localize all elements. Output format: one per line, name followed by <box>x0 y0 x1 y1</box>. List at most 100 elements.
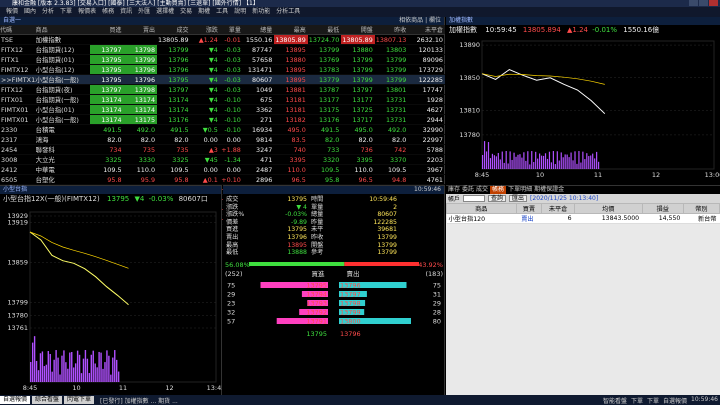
positions-column-header[interactable]: 幣別 <box>682 203 720 214</box>
quote-row[interactable]: >>FIMTX12 小型台指(一般) 13795 13796 13795 ▼4 -0.03 8… <box>0 74 445 85</box>
volume-bar <box>582 151 584 169</box>
column-header[interactable]: 最低 <box>307 25 342 35</box>
volume-bar <box>74 363 77 382</box>
quote-row[interactable]: FITX01 台指期貨(一般) 13174 13174 13174 ▼4 -0.10 675 1… <box>0 94 445 105</box>
quote-row[interactable]: 2317 鴻海 82.0 82.0 82.0 0.00 0.00 9814 83.5 82.0 82… <box>0 134 445 145</box>
volume-bar <box>539 153 541 169</box>
menu-item[interactable]: 新功能 <box>252 7 270 17</box>
positions-column-header[interactable]: 均價 <box>574 203 643 214</box>
column-header[interactable]: 最高 <box>274 25 308 35</box>
quote-row[interactable]: FIMTX01 小型台指(一般) 13174 13175 13176 ▼4 -0.10 271… <box>0 114 445 125</box>
column-header[interactable]: 商品 <box>35 25 91 35</box>
export-button[interactable]: 匯出 <box>509 195 528 202</box>
quote-cell-code: 2412 <box>0 164 36 175</box>
quote-cell-tot: 675 <box>242 94 275 105</box>
quote-cell-prev: 13801 <box>374 84 409 95</box>
quote-cell-ask: 13174 <box>123 94 158 105</box>
futures-chart-tab[interactable]: 小型台指 <box>3 186 27 194</box>
quote-row[interactable]: 3008 大立光 3325 3330 3325 ▼45 -1.34 471 3395 3320 33… <box>0 154 445 165</box>
positions-tab[interactable]: 帳務 <box>490 186 507 194</box>
minimize-button[interactable] <box>689 0 698 6</box>
column-header[interactable]: 買進 <box>90 25 124 35</box>
status-indicator[interactable]: 下單 <box>647 396 659 405</box>
volume-bar <box>574 151 576 169</box>
quote-row[interactable]: 2330 台積電 491.5 492.0 491.5 ▼0.5 -0.10 16934 495.… <box>0 124 445 135</box>
quote-cell-bid: 3325 <box>90 154 124 165</box>
quote-row[interactable]: FITX12 台指期貨(夜) 13797 13798 13797 ▼4 -0.03 1049 1… <box>0 84 445 95</box>
status-tab[interactable]: 綜合看盤 <box>32 396 63 404</box>
quote-row[interactable]: FIMTX01 小型台指(01) 13174 13174 13174 ▼4 -0.10 336… <box>0 104 445 115</box>
menu-item[interactable]: 報價表 <box>78 7 96 17</box>
quote-panel-title[interactable]: 自選一 <box>3 17 21 25</box>
quote-cell-ask: 110.0 <box>123 164 158 175</box>
account-select[interactable] <box>463 195 486 202</box>
index-chart-tab[interactable]: 加權指數 <box>449 17 473 25</box>
status-indicator[interactable]: 下單 <box>631 396 643 405</box>
order-book-time: 10:59:46 <box>414 186 441 193</box>
query-button[interactable]: 查詢 <box>488 195 507 202</box>
status-indicator[interactable]: 智能看盤 <box>603 396 627 405</box>
menu-item[interactable]: 分析 <box>42 7 54 17</box>
quote-row[interactable]: TSE 加權指數 13805.89 ▲1.24 -0.01 1550.16 13805.89… <box>0 34 445 45</box>
column-header[interactable]: 成交 <box>157 25 191 35</box>
maximize-button[interactable] <box>699 0 708 6</box>
menu-item[interactable]: 選擇權 <box>156 7 174 17</box>
positions-column-header[interactable]: 商品 <box>446 203 517 214</box>
column-header[interactable]: 代碼 <box>0 25 36 35</box>
quote-row[interactable]: FITX12 台指期貨(12) 13797 13798 13799 ▼4 -0.03 8774… <box>0 44 445 55</box>
positions-column-header[interactable]: 買賣 <box>515 203 543 214</box>
column-header[interactable]: 未平倉 <box>408 25 445 35</box>
quote-cell-tot: 131471 <box>242 64 275 75</box>
column-header[interactable]: 賣出 <box>123 25 158 35</box>
last-bid-price: 13795 <box>306 330 327 338</box>
quote-row[interactable]: 2454 聯發科 734 735 735 ▲3 +1.88 3247 740 733 736 742 5… <box>0 144 445 155</box>
quote-cell-vol: 0.00 <box>219 134 243 145</box>
quote-cell-oi: 2944 <box>408 114 445 125</box>
menu-item[interactable]: 報價 <box>6 7 18 17</box>
positions-row[interactable]: 小型台指120 賣出 6 13843.5000 14,550 新台幣 <box>446 213 720 224</box>
positions-column-header[interactable]: 未平倉 <box>541 203 575 214</box>
menu-item[interactable]: 工具 <box>216 7 228 17</box>
column-header[interactable]: 昨收 <box>374 25 409 35</box>
quote-cell-ask: 13796 <box>123 64 158 75</box>
close-button[interactable] <box>709 0 718 6</box>
quote-cell-chg: ▲3 <box>190 144 220 155</box>
status-indicator[interactable]: 自選報價 <box>663 396 687 405</box>
quote-row[interactable]: FITX1 台指期貨(01) 13795 13799 13796 ▼4 -0.03 57658… <box>0 54 445 65</box>
menu-item[interactable]: 說明 <box>234 7 246 17</box>
bid-price: 13795 <box>306 282 327 290</box>
menu-item[interactable]: 下單 <box>60 7 72 17</box>
quote-row[interactable]: 2412 中華電 109.5 110.0 109.5 0.00 0.00 2487 110.0 1… <box>0 164 445 175</box>
menu-item[interactable]: 帳務 <box>102 7 114 17</box>
volume-bar <box>513 152 515 169</box>
column-header[interactable]: 單量 <box>219 25 243 35</box>
menu-item[interactable]: 國內 <box>24 7 36 17</box>
quote-cell-op: 13799 <box>341 74 375 85</box>
positions-tab[interactable]: 庫存 <box>448 186 460 194</box>
volume-bar <box>43 366 46 382</box>
x-tick-label: 11 <box>594 171 602 179</box>
positions-tab[interactable]: 期權保證金 <box>534 186 564 194</box>
quote-panel-options[interactable]: 相依商品 | 欄位 <box>399 17 441 25</box>
menu-item[interactable]: 期權 <box>198 7 210 17</box>
quote-row[interactable]: FIMTX12 小型台指(12) 13795 13796 13796 ▼4 -0.03 131… <box>0 64 445 75</box>
menu-item[interactable]: 交易 <box>180 7 192 17</box>
positions-column-header[interactable]: 損益 <box>641 203 684 214</box>
quote-cell-op: 110.0 <box>341 164 375 175</box>
menu-item[interactable]: 分析工具 <box>276 7 300 17</box>
stat-v2: 13799 <box>377 249 397 257</box>
column-header[interactable]: 開盤 <box>341 25 375 35</box>
positions-tab[interactable]: 委託 <box>462 186 474 194</box>
menu-item[interactable]: 外匯 <box>138 7 150 17</box>
column-header[interactable]: 漲跌 <box>190 25 220 35</box>
positions-tab[interactable]: 下單明細 <box>508 186 532 194</box>
quote-cell-vol: -0.03 <box>219 44 243 55</box>
volume-bar <box>67 368 69 382</box>
quote-row[interactable]: 6505 台塑化 95.8 95.9 95.8 ▲0.1 +0.10 2896 96.5 95.8… <box>0 174 445 185</box>
column-header[interactable]: 總量 <box>242 25 275 35</box>
menu-item[interactable]: 資訊 <box>120 7 132 17</box>
status-tab[interactable]: 閃電下單 <box>64 396 95 404</box>
positions-tab[interactable]: 成交 <box>476 186 488 194</box>
volume-bar <box>521 157 523 169</box>
status-tab[interactable]: 自選報價 <box>0 396 31 404</box>
